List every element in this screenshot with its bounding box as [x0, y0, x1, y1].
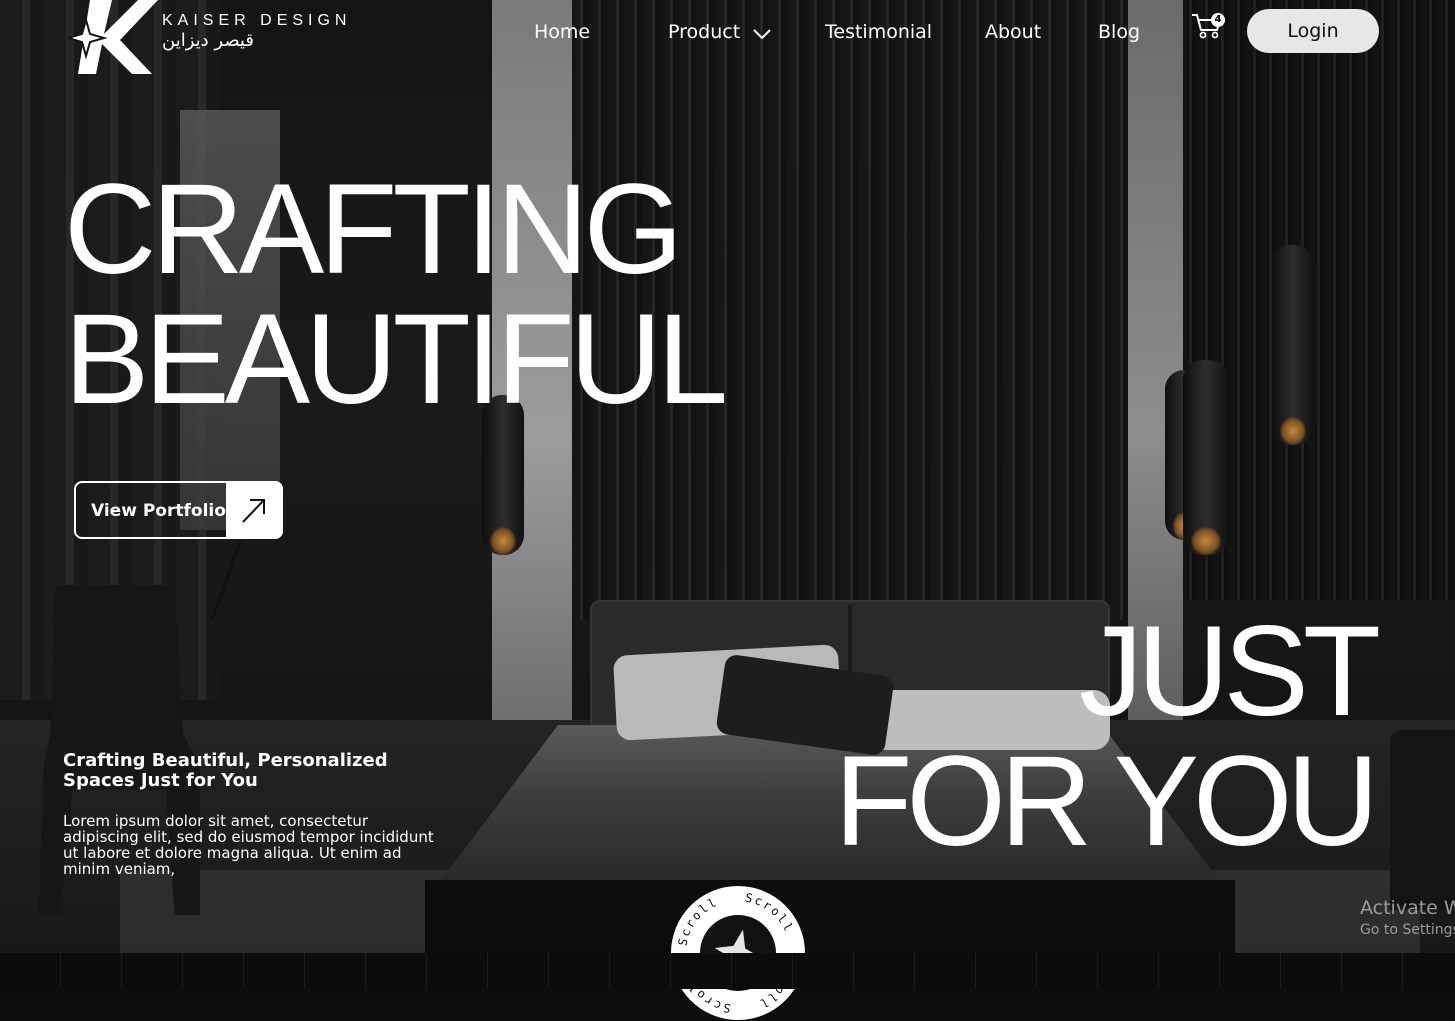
headline-line-2: BEAUTIFUL [64, 288, 728, 431]
top-navigation: KAISER DESIGN قيصر ديزاين Home Product T… [0, 0, 1455, 74]
nav-product[interactable]: Product [668, 21, 740, 43]
chair [1390, 730, 1455, 910]
view-portfolio-label: View Portfolio [91, 501, 226, 521]
bed-base [425, 880, 1235, 953]
nav-about[interactable]: About [985, 21, 1041, 43]
arrow-up-right-icon [242, 499, 265, 523]
hero-body-text: Lorem ipsum dolor sit amet, consectetur … [63, 812, 434, 878]
nav-blog[interactable]: Blog [1098, 21, 1140, 43]
chevron-down-icon[interactable] [752, 24, 772, 44]
k-star-logo-icon[interactable] [68, 0, 158, 78]
brand-name: KAISER DESIGN [162, 12, 352, 29]
login-button[interactable]: Login [1247, 9, 1379, 53]
activate-windows-watermark-sub: Go to Settings [1360, 922, 1455, 938]
nav-home[interactable]: Home [534, 21, 590, 43]
pendant-lamp [1183, 360, 1229, 555]
cart-count-badge: 4 [1211, 13, 1225, 27]
headline-line-1: CRAFTING [64, 158, 683, 301]
nav-testimonial[interactable]: Testimonial [825, 21, 932, 43]
pendant-lamp [1272, 245, 1314, 445]
headline-right-line-2: FOR YOU [834, 730, 1379, 873]
headline-right-line-1: JUST [1079, 600, 1381, 743]
arrow-box [226, 481, 283, 539]
bottom-section-strip [0, 953, 1455, 989]
hero-subtitle: Crafting Beautiful, Personalized Spaces … [63, 750, 388, 791]
desk-lamp [210, 540, 303, 620]
brand-name-arabic: قيصر ديزاين [162, 30, 254, 51]
view-portfolio-button[interactable]: View Portfolio [74, 481, 283, 539]
activate-windows-watermark: Activate W [1360, 897, 1455, 919]
